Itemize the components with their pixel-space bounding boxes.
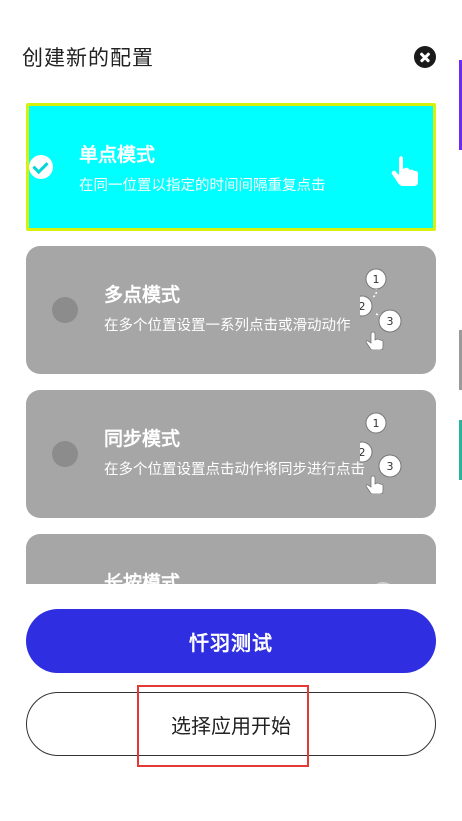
long-press-icon	[376, 582, 390, 584]
sync-points-icon: 1 2 3	[360, 412, 402, 494]
radio-button[interactable]	[52, 297, 78, 323]
mode-card-multi[interactable]: 多点模式 在多个位置设置一系列点击或滑动动作 1 2 3	[26, 246, 436, 374]
mode-list[interactable]: 单点模式 在同一位置以指定的时间间隔重复点击 多点模式 在多个位置设置一系列点击…	[0, 100, 458, 584]
badge-3: 3	[387, 315, 394, 328]
mode-title: 同步模式	[104, 428, 181, 450]
single-tap-hand-icon	[391, 156, 418, 186]
mode-card-single[interactable]: 单点模式 在同一位置以指定的时间间隔重复点击	[26, 103, 436, 231]
mode-description: 在多个位置设置一系列点击或滑动动作	[104, 318, 351, 334]
close-icon[interactable]	[414, 46, 436, 68]
dialog-title: 创建新的配置	[22, 46, 154, 70]
badge-1: 1	[373, 273, 380, 286]
badge-2: 2	[360, 446, 366, 459]
mode-card-long-press[interactable]: 长按模式	[26, 534, 436, 584]
mode-title: 长按模式	[104, 572, 181, 584]
badge-1: 1	[373, 417, 380, 430]
badge-2: 2	[360, 300, 366, 313]
mode-title: 多点模式	[104, 284, 181, 306]
mode-card-sync[interactable]: 同步模式 在多个位置设置点击动作将同步进行点击 1 2 3	[26, 390, 436, 518]
mode-description: 在同一位置以指定的时间间隔重复点击	[79, 178, 326, 194]
mode-title: 单点模式	[79, 144, 156, 166]
selected-check-icon	[29, 155, 53, 179]
primary-test-button[interactable]: 忏羽测试	[26, 609, 436, 673]
multi-point-sequence-icon: 1 2 3	[360, 268, 402, 350]
badge-3: 3	[387, 460, 394, 473]
config-dialog: 创建新的配置 单点模式 在同一位置以指定的时间间隔重复点击 多点模式 在多个位置…	[0, 0, 458, 821]
radio-button[interactable]	[52, 441, 78, 467]
annotation-highlight-box	[137, 685, 309, 767]
mode-description: 在多个位置设置点击动作将同步进行点击	[104, 462, 365, 478]
